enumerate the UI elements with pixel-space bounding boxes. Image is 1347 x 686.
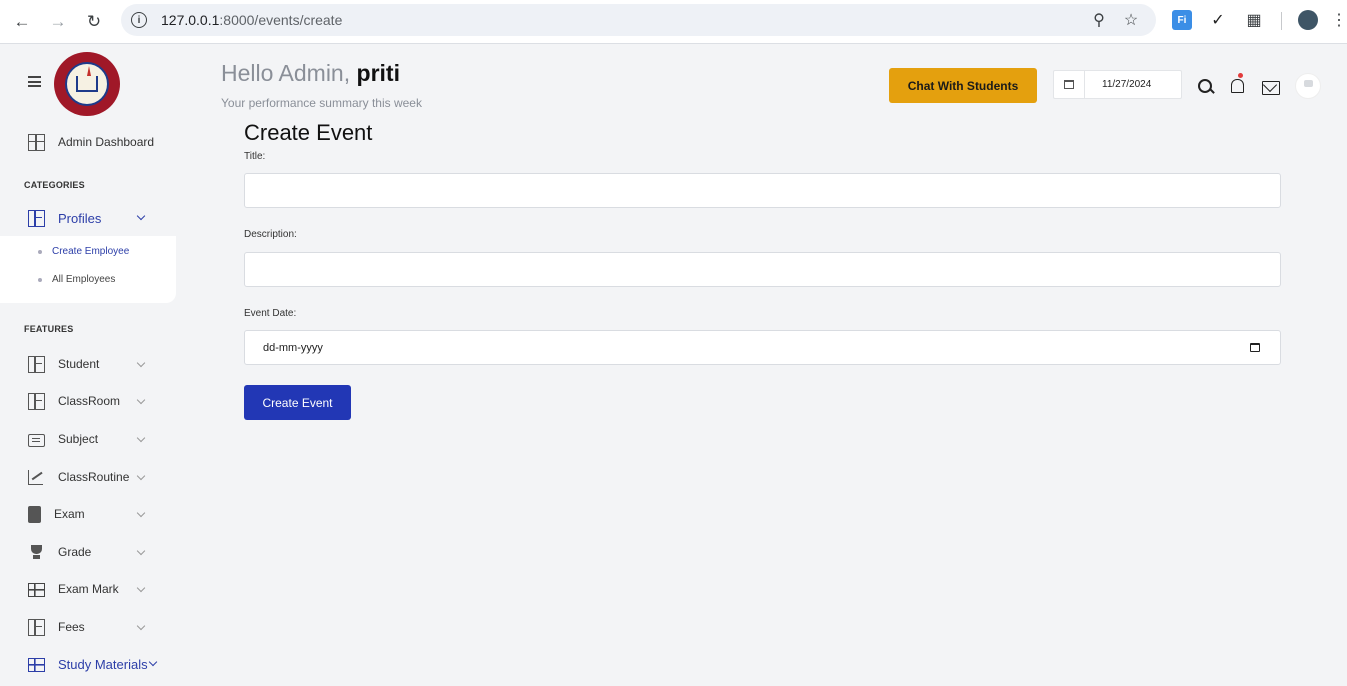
- sidebar-item-exam-mark[interactable]: Exam Mark: [28, 579, 146, 599]
- sidebar-item-label: Subject: [58, 432, 99, 446]
- extensions-puzzle-icon[interactable]: ▦: [1244, 10, 1264, 30]
- fees-icon: [28, 618, 45, 636]
- eyedropper-icon[interactable]: ✓: [1208, 10, 1228, 30]
- title-input[interactable]: [244, 173, 1281, 208]
- address-bar[interactable]: i 127.0.0.1:8000/events/create ⚲ ☆: [121, 4, 1156, 36]
- chevron-down-icon[interactable]: [136, 471, 146, 481]
- event-date-input[interactable]: dd-mm-yyyy: [244, 330, 1281, 365]
- header-date-value[interactable]: 11/27/2024: [1085, 71, 1151, 98]
- sidebar-item-study-materials[interactable]: Study Materials: [28, 654, 158, 674]
- dashboard-grid-icon: [28, 133, 45, 151]
- browser-toolbar: ← → ↻ i 127.0.0.1:8000/events/create ⚲ ☆…: [0, 0, 1347, 44]
- profile-avatar-icon[interactable]: [1298, 10, 1318, 30]
- sidebar-item-classroom[interactable]: ClassRoom: [28, 391, 146, 411]
- sidebar-item-label: Study Materials: [58, 656, 148, 672]
- sidebar-item-subject[interactable]: Subject: [28, 429, 146, 449]
- categories-heading: CATEGORIES: [24, 180, 85, 190]
- subject-icon: [28, 433, 45, 447]
- chevron-down-icon[interactable]: [136, 395, 146, 405]
- submenu-item-create-employee[interactable]: Create Employee: [38, 246, 129, 257]
- forward-icon[interactable]: →: [44, 8, 72, 36]
- search-icon[interactable]: [1196, 77, 1216, 97]
- sidebar-item-label: ClassRoutine: [58, 470, 130, 484]
- sidebar-item-exam[interactable]: Exam: [28, 504, 146, 524]
- sidebar-item-label: Exam Mark: [58, 582, 119, 596]
- profiles-icon: [28, 209, 45, 227]
- chat-with-students-button[interactable]: Chat With Students: [889, 68, 1037, 103]
- chevron-down-icon[interactable]: [136, 433, 146, 443]
- chevron-down-icon[interactable]: [136, 583, 146, 593]
- site-info-icon[interactable]: i: [131, 12, 147, 28]
- classroom-icon: [28, 392, 45, 410]
- browser-menu-icon[interactable]: ⋮: [1331, 10, 1347, 30]
- sidebar-item-fees[interactable]: Fees: [28, 617, 146, 637]
- sidebar-item-grade[interactable]: Grade: [28, 542, 146, 562]
- calendar-icon[interactable]: [1054, 71, 1085, 98]
- header-date-picker[interactable]: 11/27/2024: [1053, 70, 1182, 99]
- line-chart-icon: [28, 469, 45, 486]
- sidebar-item-label: Admin Dashboard: [58, 135, 155, 149]
- student-icon: [28, 355, 45, 373]
- page-greeting: Hello Admin, priti: [221, 60, 400, 87]
- title-label: Title:: [244, 151, 266, 162]
- sidebar-item-student[interactable]: Student: [28, 354, 146, 374]
- reload-icon[interactable]: ↻: [80, 8, 108, 36]
- description-label: Description:: [244, 229, 297, 240]
- avatar[interactable]: [1295, 73, 1321, 99]
- back-icon[interactable]: ←: [8, 8, 36, 36]
- school-logo[interactable]: [54, 52, 120, 116]
- create-event-button[interactable]: Create Event: [244, 385, 351, 420]
- sidebar-item-label: ClassRoom: [58, 394, 121, 408]
- hamburger-menu-icon[interactable]: [28, 76, 41, 87]
- sidebar: Admin Dashboard CATEGORIES Profiles Crea…: [0, 44, 176, 686]
- mail-icon[interactable]: [1261, 77, 1281, 97]
- sidebar-item-profiles[interactable]: Profiles: [28, 208, 146, 228]
- chevron-down-icon[interactable]: [136, 621, 146, 631]
- event-date-placeholder: dd-mm-yyyy: [263, 341, 323, 354]
- url-text[interactable]: 127.0.0.1:8000/events/create: [161, 12, 342, 28]
- sidebar-item-label: Student: [58, 357, 100, 371]
- chevron-down-icon[interactable]: [136, 211, 146, 221]
- bookmark-star-icon[interactable]: ☆: [1121, 10, 1141, 30]
- performance-summary: Your performance summary this week: [221, 96, 422, 110]
- chevron-down-icon[interactable]: [148, 657, 158, 667]
- chevron-down-icon[interactable]: [136, 546, 146, 556]
- zoom-icon[interactable]: ⚲: [1089, 10, 1109, 30]
- study-materials-icon: [28, 657, 45, 672]
- description-input[interactable]: [244, 252, 1281, 287]
- profiles-submenu: Create Employee All Employees: [0, 236, 176, 303]
- sidebar-item-label: Profiles: [58, 210, 102, 226]
- user-name: priti: [356, 60, 400, 86]
- notification-bell-icon[interactable]: [1228, 73, 1248, 97]
- calendar-icon[interactable]: [1250, 343, 1260, 352]
- page-title: Create Event: [244, 120, 373, 145]
- submenu-item-all-employees[interactable]: All Employees: [38, 274, 115, 285]
- chevron-down-icon[interactable]: [136, 358, 146, 368]
- greeting-prefix: Hello Admin,: [221, 60, 351, 86]
- exam-document-icon: [28, 505, 41, 523]
- sidebar-item-classroutine[interactable]: ClassRoutine: [28, 467, 146, 487]
- chevron-down-icon[interactable]: [136, 508, 146, 518]
- extension-fi-icon[interactable]: Fi: [1172, 10, 1192, 30]
- sidebar-item-admin-dashboard[interactable]: Admin Dashboard: [28, 132, 154, 152]
- features-heading: FEATURES: [24, 324, 74, 334]
- trophy-icon: [28, 544, 45, 561]
- sidebar-item-label: Exam: [54, 507, 85, 521]
- sidebar-item-label: Grade: [58, 545, 92, 559]
- event-date-label: Event Date:: [244, 308, 297, 319]
- toolbar-divider: [1281, 12, 1282, 30]
- table-icon: [28, 582, 45, 597]
- sidebar-item-label: Fees: [58, 620, 85, 634]
